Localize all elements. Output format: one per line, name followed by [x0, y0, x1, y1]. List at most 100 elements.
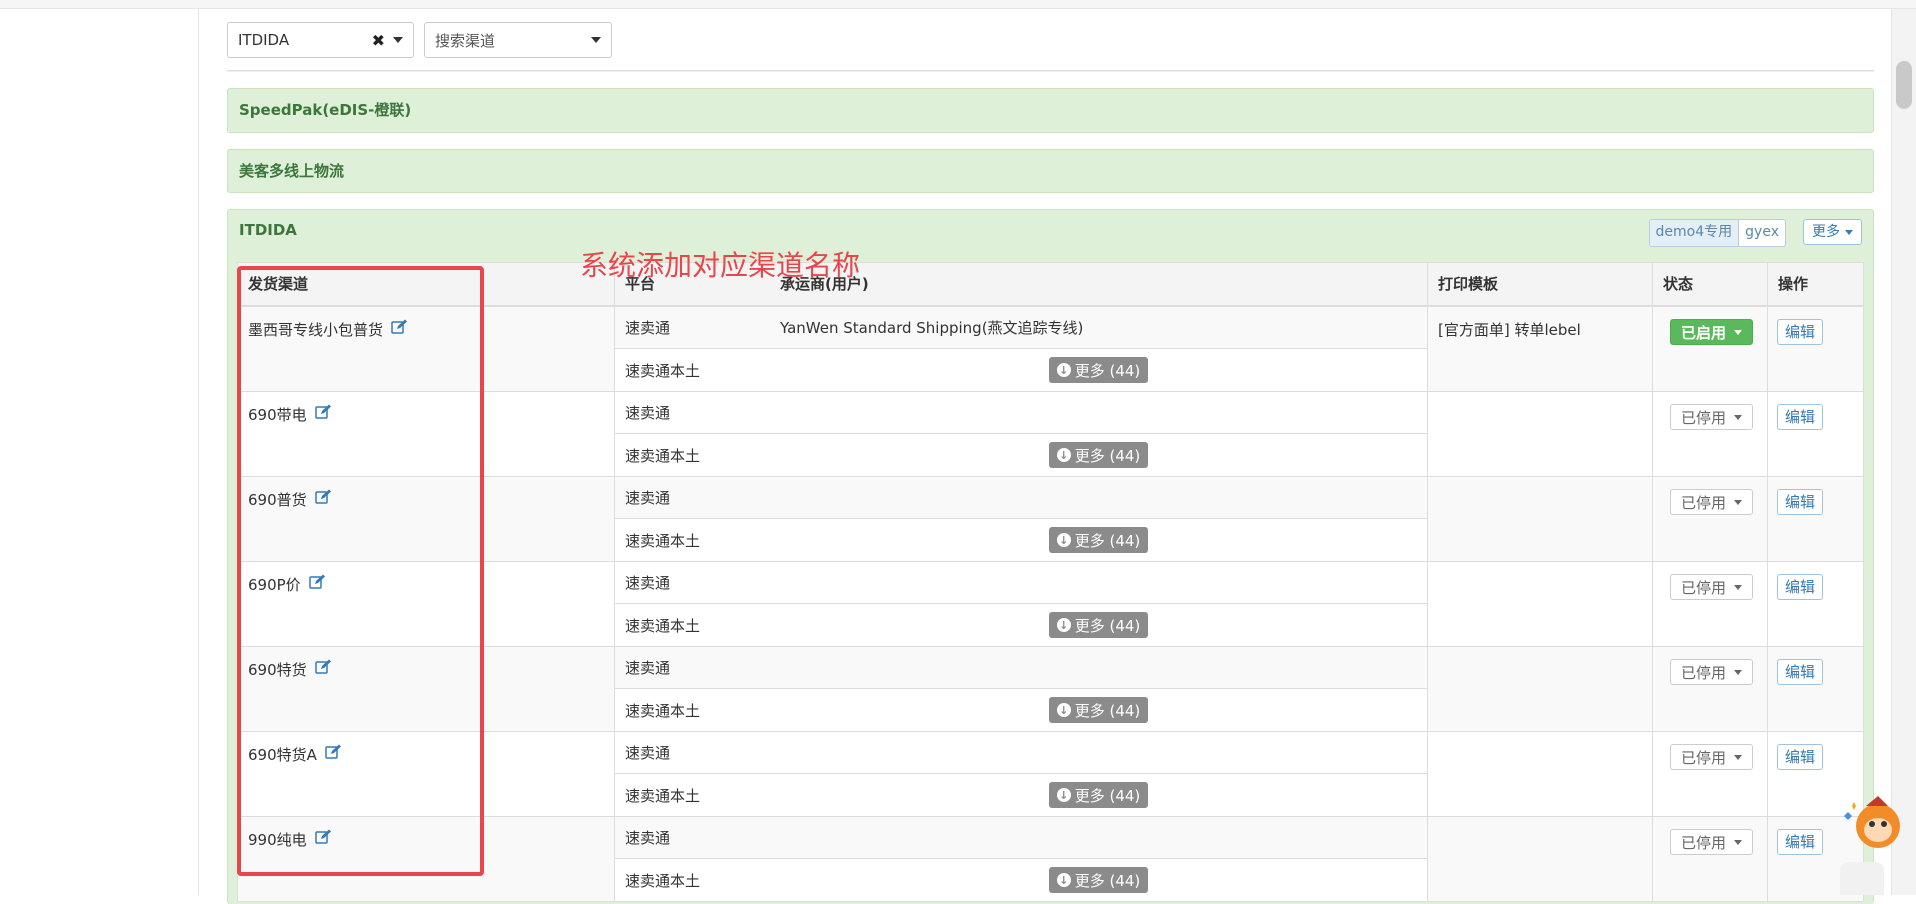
status-dropdown-button[interactable]: 已停用 — [1670, 489, 1754, 515]
edit-button[interactable]: 编辑 — [1777, 574, 1824, 600]
edit-icon[interactable] — [308, 574, 326, 590]
channel-name: 690特货A — [248, 746, 317, 764]
template-cell — [1428, 477, 1653, 562]
status-dropdown-button[interactable]: 已启用 — [1670, 319, 1754, 345]
action-cell: 编辑 — [1768, 307, 1863, 392]
edit-button[interactable]: 编辑 — [1777, 829, 1824, 855]
platform-cell: 速卖通本土 — [615, 349, 770, 392]
channel-name: 690特货 — [248, 661, 307, 679]
platform-name: 速卖通本土 — [625, 361, 701, 380]
platform-cell: 速卖通 — [615, 562, 770, 604]
more-carriers-button[interactable]: ↓ 更多 (44) — [1048, 867, 1149, 893]
platform-name: 速卖通 — [625, 404, 671, 422]
scrollbar-thumb[interactable] — [1896, 61, 1912, 109]
chevron-down-icon — [591, 37, 601, 43]
more-carriers-label: 更多 (44) — [1074, 446, 1141, 465]
edit-icon[interactable] — [325, 744, 342, 760]
channel-name: 990纯电 — [248, 831, 307, 849]
platform-cell: 速卖通 — [615, 817, 770, 859]
edit-icon[interactable] — [314, 489, 332, 505]
clear-icon[interactable]: ✖ — [372, 31, 385, 50]
status-cell: 已停用 — [1653, 732, 1768, 817]
status-cell: 已停用 — [1653, 477, 1768, 562]
more-dropdown-button[interactable]: 更多 — [1803, 219, 1862, 245]
status-label: 已停用 — [1681, 493, 1727, 512]
platform-name: 速卖通本土 — [625, 701, 701, 720]
channel-search-select[interactable]: 搜索渠道 — [424, 22, 612, 58]
header-action: 操作 — [1778, 275, 1809, 293]
chevron-down-icon — [1734, 669, 1743, 675]
edit-button[interactable]: 编辑 — [1777, 319, 1824, 345]
carrier-cell — [770, 477, 1428, 519]
edit-icon[interactable] — [314, 659, 332, 675]
status-dropdown-button[interactable]: 已停用 — [1670, 659, 1754, 685]
edit-button[interactable]: 编辑 — [1777, 404, 1824, 430]
status-dropdown-button[interactable]: 已停用 — [1670, 404, 1754, 430]
status-dropdown-button[interactable]: 已停用 — [1670, 574, 1754, 600]
edit-button[interactable]: 编辑 — [1777, 489, 1824, 515]
platform-name: 速卖通 — [625, 319, 671, 337]
carrier-select-value: ITDIDA — [238, 31, 290, 49]
carrier-select[interactable]: ITDIDA ✖ — [227, 22, 414, 58]
arrow-down-circle-icon: ↓ — [1056, 618, 1071, 632]
carrier-cell: ↓ 更多 (44) — [770, 859, 1428, 902]
account-tag[interactable]: demo4专用 — [1649, 220, 1740, 246]
arrow-down-circle-icon: ↓ — [1056, 448, 1071, 462]
arrow-down-circle-icon: ↓ — [1056, 363, 1071, 377]
carrier-name: YanWen Standard Shipping(燕文追踪专线) — [780, 319, 1084, 337]
carrier-cell: ↓ 更多 (44) — [770, 519, 1428, 562]
channel-name-cell: 690带电 — [238, 392, 615, 477]
status-dropdown-button[interactable]: 已停用 — [1670, 829, 1754, 855]
header-status: 状态 — [1653, 263, 1768, 305]
platform-cell: 速卖通本土 — [615, 859, 770, 902]
more-carriers-button[interactable]: ↓ 更多 (44) — [1048, 612, 1149, 638]
platform-name: 速卖通 — [625, 829, 671, 847]
edit-button[interactable]: 编辑 — [1777, 659, 1824, 685]
channel-table: 发货渠道 平台 承运商(用户) 打印模板 状态 操作 墨西哥专线小包普货 速卖通 Y… — [237, 262, 1864, 902]
divider — [227, 70, 1874, 72]
status-cell: 已停用 — [1653, 817, 1768, 902]
header-carrier: 承运商(用户) — [770, 263, 1428, 305]
edit-icon[interactable] — [391, 319, 408, 335]
platform-cell: 速卖通 — [615, 732, 770, 774]
more-label: 更多 — [1812, 224, 1840, 240]
group-panel-speedpak[interactable]: SpeedPak(eDIS-橙联) — [227, 88, 1874, 133]
status-label: 已停用 — [1681, 578, 1727, 597]
more-carriers-button[interactable]: ↓ 更多 (44) — [1048, 697, 1149, 723]
edit-icon[interactable] — [314, 829, 332, 845]
assistant-mascot-icon[interactable] — [1844, 790, 1904, 856]
more-carriers-label: 更多 (44) — [1074, 871, 1141, 890]
chevron-down-icon — [1734, 329, 1743, 335]
edit-button[interactable]: 编辑 — [1777, 744, 1824, 770]
print-template: [官方面单] 转单lebel — [1438, 321, 1581, 339]
sidebar — [0, 9, 199, 895]
account-tag[interactable]: gyex — [1739, 220, 1785, 246]
status-cell: 已停用 — [1653, 647, 1768, 732]
group-panel-mercadolibre[interactable]: 美客多线上物流 — [227, 149, 1874, 193]
channel-name: 墨西哥专线小包普货 — [248, 321, 384, 339]
chevron-down-icon — [1734, 584, 1743, 590]
more-carriers-button[interactable]: ↓ 更多 (44) — [1048, 527, 1149, 553]
header-channel: 发货渠道 — [238, 263, 615, 305]
table-header: 发货渠道 平台 承运商(用户) 打印模板 状态 操作 — [238, 263, 1863, 307]
arrow-down-circle-icon: ↓ — [1056, 788, 1071, 802]
carrier-cell — [770, 392, 1428, 434]
widget-icon[interactable] — [1840, 862, 1884, 895]
channel-name-cell: 690普货 — [238, 477, 615, 562]
edit-icon[interactable] — [314, 404, 332, 420]
more-carriers-button[interactable]: ↓ 更多 (44) — [1048, 782, 1149, 808]
more-carriers-label: 更多 (44) — [1074, 701, 1141, 720]
more-carriers-button[interactable]: ↓ 更多 (44) — [1048, 442, 1149, 468]
channel-name-cell: 690特货A — [238, 732, 615, 817]
platform-cell: 速卖通本土 — [615, 774, 770, 817]
carrier-cell: ↓ 更多 (44) — [770, 604, 1428, 647]
scrollbar[interactable] — [1891, 9, 1916, 895]
template-cell — [1428, 562, 1653, 647]
platform-cell: 速卖通 — [615, 392, 770, 434]
status-dropdown-button[interactable]: 已停用 — [1670, 744, 1754, 770]
more-carriers-button[interactable]: ↓ 更多 (44) — [1048, 357, 1149, 383]
platform-name: 速卖通 — [625, 489, 671, 507]
chevron-down-icon — [393, 37, 403, 43]
more-carriers-label: 更多 (44) — [1074, 361, 1141, 380]
chevron-down-icon — [1734, 414, 1743, 420]
